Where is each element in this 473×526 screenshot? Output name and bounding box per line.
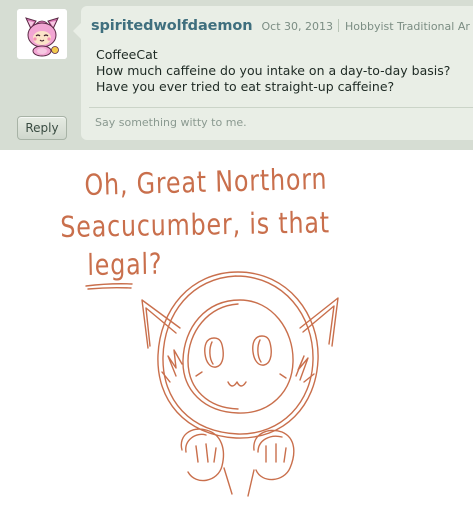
paw-stroke bbox=[213, 447, 217, 463]
paw-stroke bbox=[195, 445, 199, 463]
page: Reply spiritedwolfdaemon Oct 30, 2013 Hobb… bbox=[0, 0, 473, 526]
comment-line: Have you ever tried to eat straight-up c… bbox=[96, 79, 395, 94]
paw-stroke bbox=[180, 428, 225, 482]
comment-header: spiritedwolfdaemon Oct 30, 2013 Hobbyist T… bbox=[91, 17, 473, 37]
body-stroke bbox=[223, 467, 233, 495]
comment-bubble: spiritedwolfdaemon Oct 30, 2013 Hobbyist T… bbox=[73, 6, 473, 140]
eye-stroke bbox=[204, 337, 224, 368]
comment-body: CoffeeCat How much caffeine do you intak… bbox=[96, 47, 473, 95]
avatar[interactable] bbox=[17, 9, 67, 59]
comment-date[interactable]: Oct 30, 2013 bbox=[261, 20, 333, 33]
hair-stroke bbox=[167, 349, 183, 377]
username-link[interactable]: spiritedwolfdaemon bbox=[91, 18, 253, 34]
body-stroke bbox=[247, 469, 255, 497]
comment-panel: Reply spiritedwolfdaemon Oct 30, 2013 Hobb… bbox=[0, 0, 473, 150]
cheek-stroke bbox=[279, 373, 287, 379]
eye-stroke bbox=[257, 339, 262, 363]
reply-input[interactable] bbox=[89, 111, 473, 133]
reply-button[interactable]: Reply bbox=[17, 116, 67, 140]
mouth-stroke bbox=[227, 381, 247, 387]
paw-stroke bbox=[257, 435, 283, 453]
hair-stroke bbox=[295, 355, 309, 381]
cheek-stroke bbox=[195, 371, 203, 377]
hair-stroke bbox=[303, 373, 315, 383]
drawing-area: Oh, Great Northorn Seacucumber, is that … bbox=[0, 150, 473, 526]
user-type: Hobbyist Traditional Ar bbox=[344, 20, 470, 33]
sketch-drawing bbox=[85, 271, 339, 497]
divider bbox=[89, 107, 473, 108]
underline-stroke bbox=[85, 283, 133, 287]
paw-stroke bbox=[283, 447, 287, 463]
comment-line: How much caffeine do you intake on a day… bbox=[96, 63, 451, 78]
underline-stroke bbox=[87, 286, 132, 290]
eye-stroke bbox=[252, 335, 272, 366]
paw-stroke bbox=[253, 429, 295, 481]
paw-stroke bbox=[205, 443, 209, 463]
comment-line: CoffeeCat bbox=[96, 47, 158, 62]
bubble-arrow bbox=[73, 23, 81, 39]
eye-stroke bbox=[209, 341, 214, 365]
meta-divider bbox=[337, 19, 339, 32]
avatar-icon bbox=[17, 9, 67, 59]
face-outline bbox=[182, 299, 294, 414]
face-outline bbox=[187, 303, 239, 410]
